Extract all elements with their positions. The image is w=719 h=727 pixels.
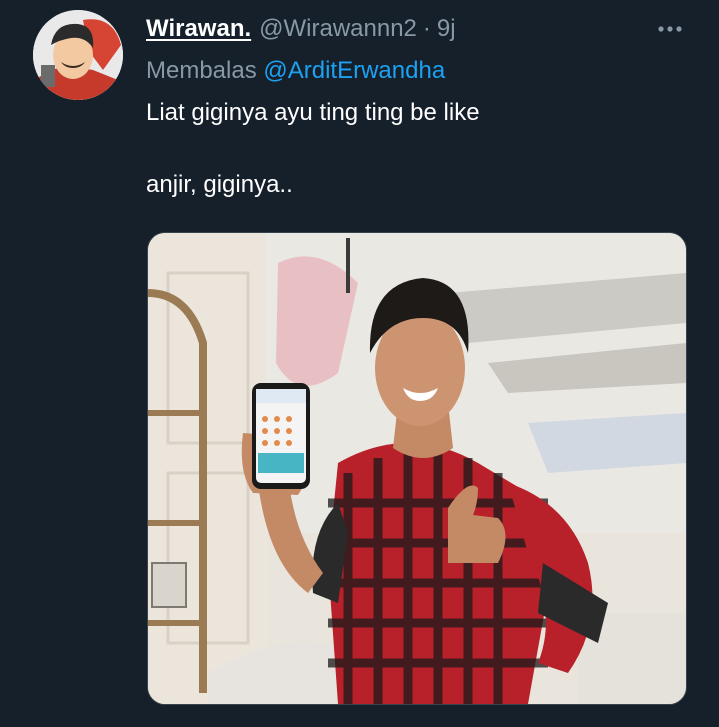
tweet-header: Wirawan. @Wirawannn2 · 9j (146, 14, 456, 44)
more-options-button[interactable] (652, 14, 688, 44)
tweet-text-line: Liat giginya ayu ting ting be like (146, 99, 480, 126)
tweet-text: Liat giginya ayu ting ting be like anjir… (146, 97, 686, 201)
more-horizontal-icon (658, 26, 682, 32)
tweet-media-photo[interactable] (147, 232, 687, 705)
tweet-text-line: anjir, giginya.. (146, 171, 293, 198)
tweet-timestamp[interactable]: 9j (437, 15, 456, 43)
display-name[interactable]: Wirawan. (146, 15, 251, 43)
reply-context: Membalas @ArditErwandha (146, 57, 445, 85)
avatar-image (33, 10, 123, 100)
avatar[interactable] (33, 10, 123, 100)
reply-mention-link[interactable]: @ArditErwandha (263, 57, 445, 84)
reply-prefix: Membalas (146, 57, 257, 84)
user-handle[interactable]: @Wirawannn2 (259, 15, 417, 43)
separator-dot: · (422, 15, 431, 42)
photo-illustration (148, 233, 686, 704)
